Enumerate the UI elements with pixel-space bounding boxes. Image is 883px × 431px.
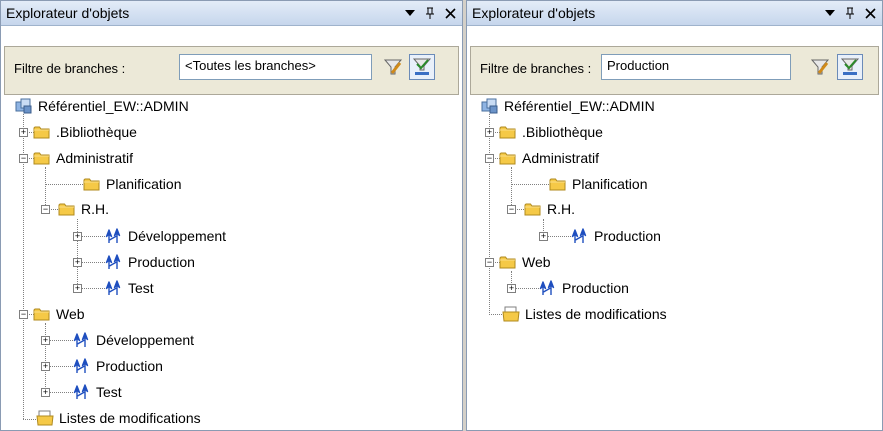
- tree-item-administratif[interactable]: Administratif: [33, 145, 134, 171]
- branch-filter-label: Filtre de branches :: [480, 61, 592, 76]
- expand-button[interactable]: +: [41, 362, 50, 371]
- expand-button[interactable]: +: [539, 232, 548, 241]
- panel-titlebar[interactable]: Explorateur d'objets: [1, 1, 462, 26]
- expand-button[interactable]: +: [507, 284, 516, 293]
- expand-button[interactable]: +: [73, 232, 82, 241]
- tree-connector: [45, 167, 46, 209]
- expand-button[interactable]: +: [73, 284, 82, 293]
- tree-connector: [511, 184, 549, 185]
- expand-button[interactable]: +: [19, 128, 28, 137]
- collapse-button[interactable]: −: [507, 205, 516, 214]
- folder-icon: [499, 254, 517, 270]
- branch-filter-field[interactable]: Production: [601, 54, 791, 80]
- expand-button[interactable]: +: [41, 388, 50, 397]
- collapse-button[interactable]: −: [19, 310, 28, 319]
- tree-connector: [489, 114, 490, 315]
- branch-icon: [105, 254, 123, 270]
- panel-title: Explorateur d'objets: [472, 5, 596, 21]
- branch-filter-field[interactable]: <Toutes les branches>: [179, 54, 372, 80]
- close-icon[interactable]: [442, 5, 458, 21]
- expand-button[interactable]: +: [73, 258, 82, 267]
- changelist-icon: [36, 410, 54, 426]
- tree-item-web[interactable]: Web: [499, 249, 552, 275]
- tree-item-branch[interactable]: Production: [571, 223, 662, 249]
- object-explorer-panel-right: Explorateur d'objets Filtre de branches …: [466, 0, 883, 431]
- folder-icon: [499, 150, 517, 166]
- tree-item-changelists[interactable]: Listes de modifications: [502, 301, 668, 327]
- folder-icon: [58, 201, 76, 217]
- tree-item-root[interactable]: Référentiel_EW::ADMIN: [481, 93, 656, 119]
- tree-item-changelists[interactable]: Listes de modifications: [36, 405, 202, 430]
- tree-connector: [77, 219, 78, 288]
- panel-title: Explorateur d'objets: [6, 5, 130, 21]
- tree-item-bibliotheque[interactable]: .Bibliothèque: [33, 119, 138, 145]
- tree-connector: [489, 314, 502, 315]
- branch-icon: [105, 280, 123, 296]
- tree-item-branch[interactable]: Production: [539, 275, 630, 301]
- tree-item-administratif[interactable]: Administratif: [499, 145, 600, 171]
- tree-item-planification[interactable]: Planification: [549, 171, 649, 197]
- branch-filter-toggle-icon[interactable]: [837, 54, 863, 80]
- tree-item-branch[interactable]: Production: [105, 249, 196, 275]
- close-icon[interactable]: [862, 5, 878, 21]
- pin-icon[interactable]: [842, 5, 858, 21]
- dropdown-arrow-icon[interactable]: [822, 5, 838, 21]
- folder-icon: [33, 306, 51, 322]
- tree-item-root[interactable]: Référentiel_EW::ADMIN: [15, 93, 190, 119]
- pin-icon[interactable]: [422, 5, 438, 21]
- folder-icon: [33, 150, 51, 166]
- branch-icon: [105, 228, 123, 244]
- tree-item-branch[interactable]: Production: [73, 353, 164, 379]
- tree-connector: [45, 184, 83, 185]
- tree-item-rh[interactable]: R.H.: [524, 196, 576, 222]
- folder-icon: [83, 176, 101, 192]
- tree-item-rh[interactable]: R.H.: [58, 196, 110, 222]
- tree-connector: [23, 419, 36, 420]
- tree-item-branch[interactable]: Développement: [105, 223, 227, 249]
- tree-connector: [45, 323, 46, 393]
- branch-filter-icon[interactable]: [380, 54, 406, 80]
- folder-icon: [524, 201, 542, 217]
- repository-icon: [481, 98, 499, 114]
- expand-button[interactable]: +: [485, 128, 494, 137]
- dropdown-arrow-icon[interactable]: [402, 5, 418, 21]
- branch-filter-label: Filtre de branches :: [14, 61, 126, 76]
- branch-icon: [73, 384, 91, 400]
- changelist-icon: [502, 306, 520, 322]
- folder-icon: [33, 124, 51, 140]
- branch-icon: [73, 332, 91, 348]
- tree-item-planification[interactable]: Planification: [83, 171, 183, 197]
- branch-filter-icon[interactable]: [807, 54, 833, 80]
- tree-item-bibliotheque[interactable]: .Bibliothèque: [499, 119, 604, 145]
- collapse-button[interactable]: −: [41, 205, 50, 214]
- object-explorer-panel-left: Explorateur d'objets Filtre de branches …: [0, 0, 463, 431]
- folder-icon: [549, 176, 567, 192]
- branch-icon: [539, 280, 557, 296]
- repository-icon: [15, 98, 33, 114]
- branch-filter-bar: Filtre de branches : <Toutes les branche…: [4, 46, 459, 95]
- tree-item-web[interactable]: Web: [33, 301, 86, 327]
- branch-filter-toggle-icon[interactable]: [409, 54, 435, 80]
- collapse-button[interactable]: −: [485, 154, 494, 163]
- folder-icon: [499, 124, 517, 140]
- collapse-button[interactable]: −: [19, 154, 28, 163]
- branch-icon: [571, 228, 589, 244]
- tree-item-branch[interactable]: Test: [73, 379, 123, 405]
- branch-icon: [73, 358, 91, 374]
- expand-button[interactable]: +: [41, 336, 50, 345]
- panel-titlebar[interactable]: Explorateur d'objets: [467, 1, 882, 26]
- collapse-button[interactable]: −: [485, 258, 494, 267]
- branch-filter-bar: Filtre de branches : Production: [470, 46, 879, 95]
- tree-item-branch[interactable]: Développement: [73, 327, 195, 353]
- tree-connector: [511, 167, 512, 209]
- tree-item-branch[interactable]: Test: [105, 275, 155, 301]
